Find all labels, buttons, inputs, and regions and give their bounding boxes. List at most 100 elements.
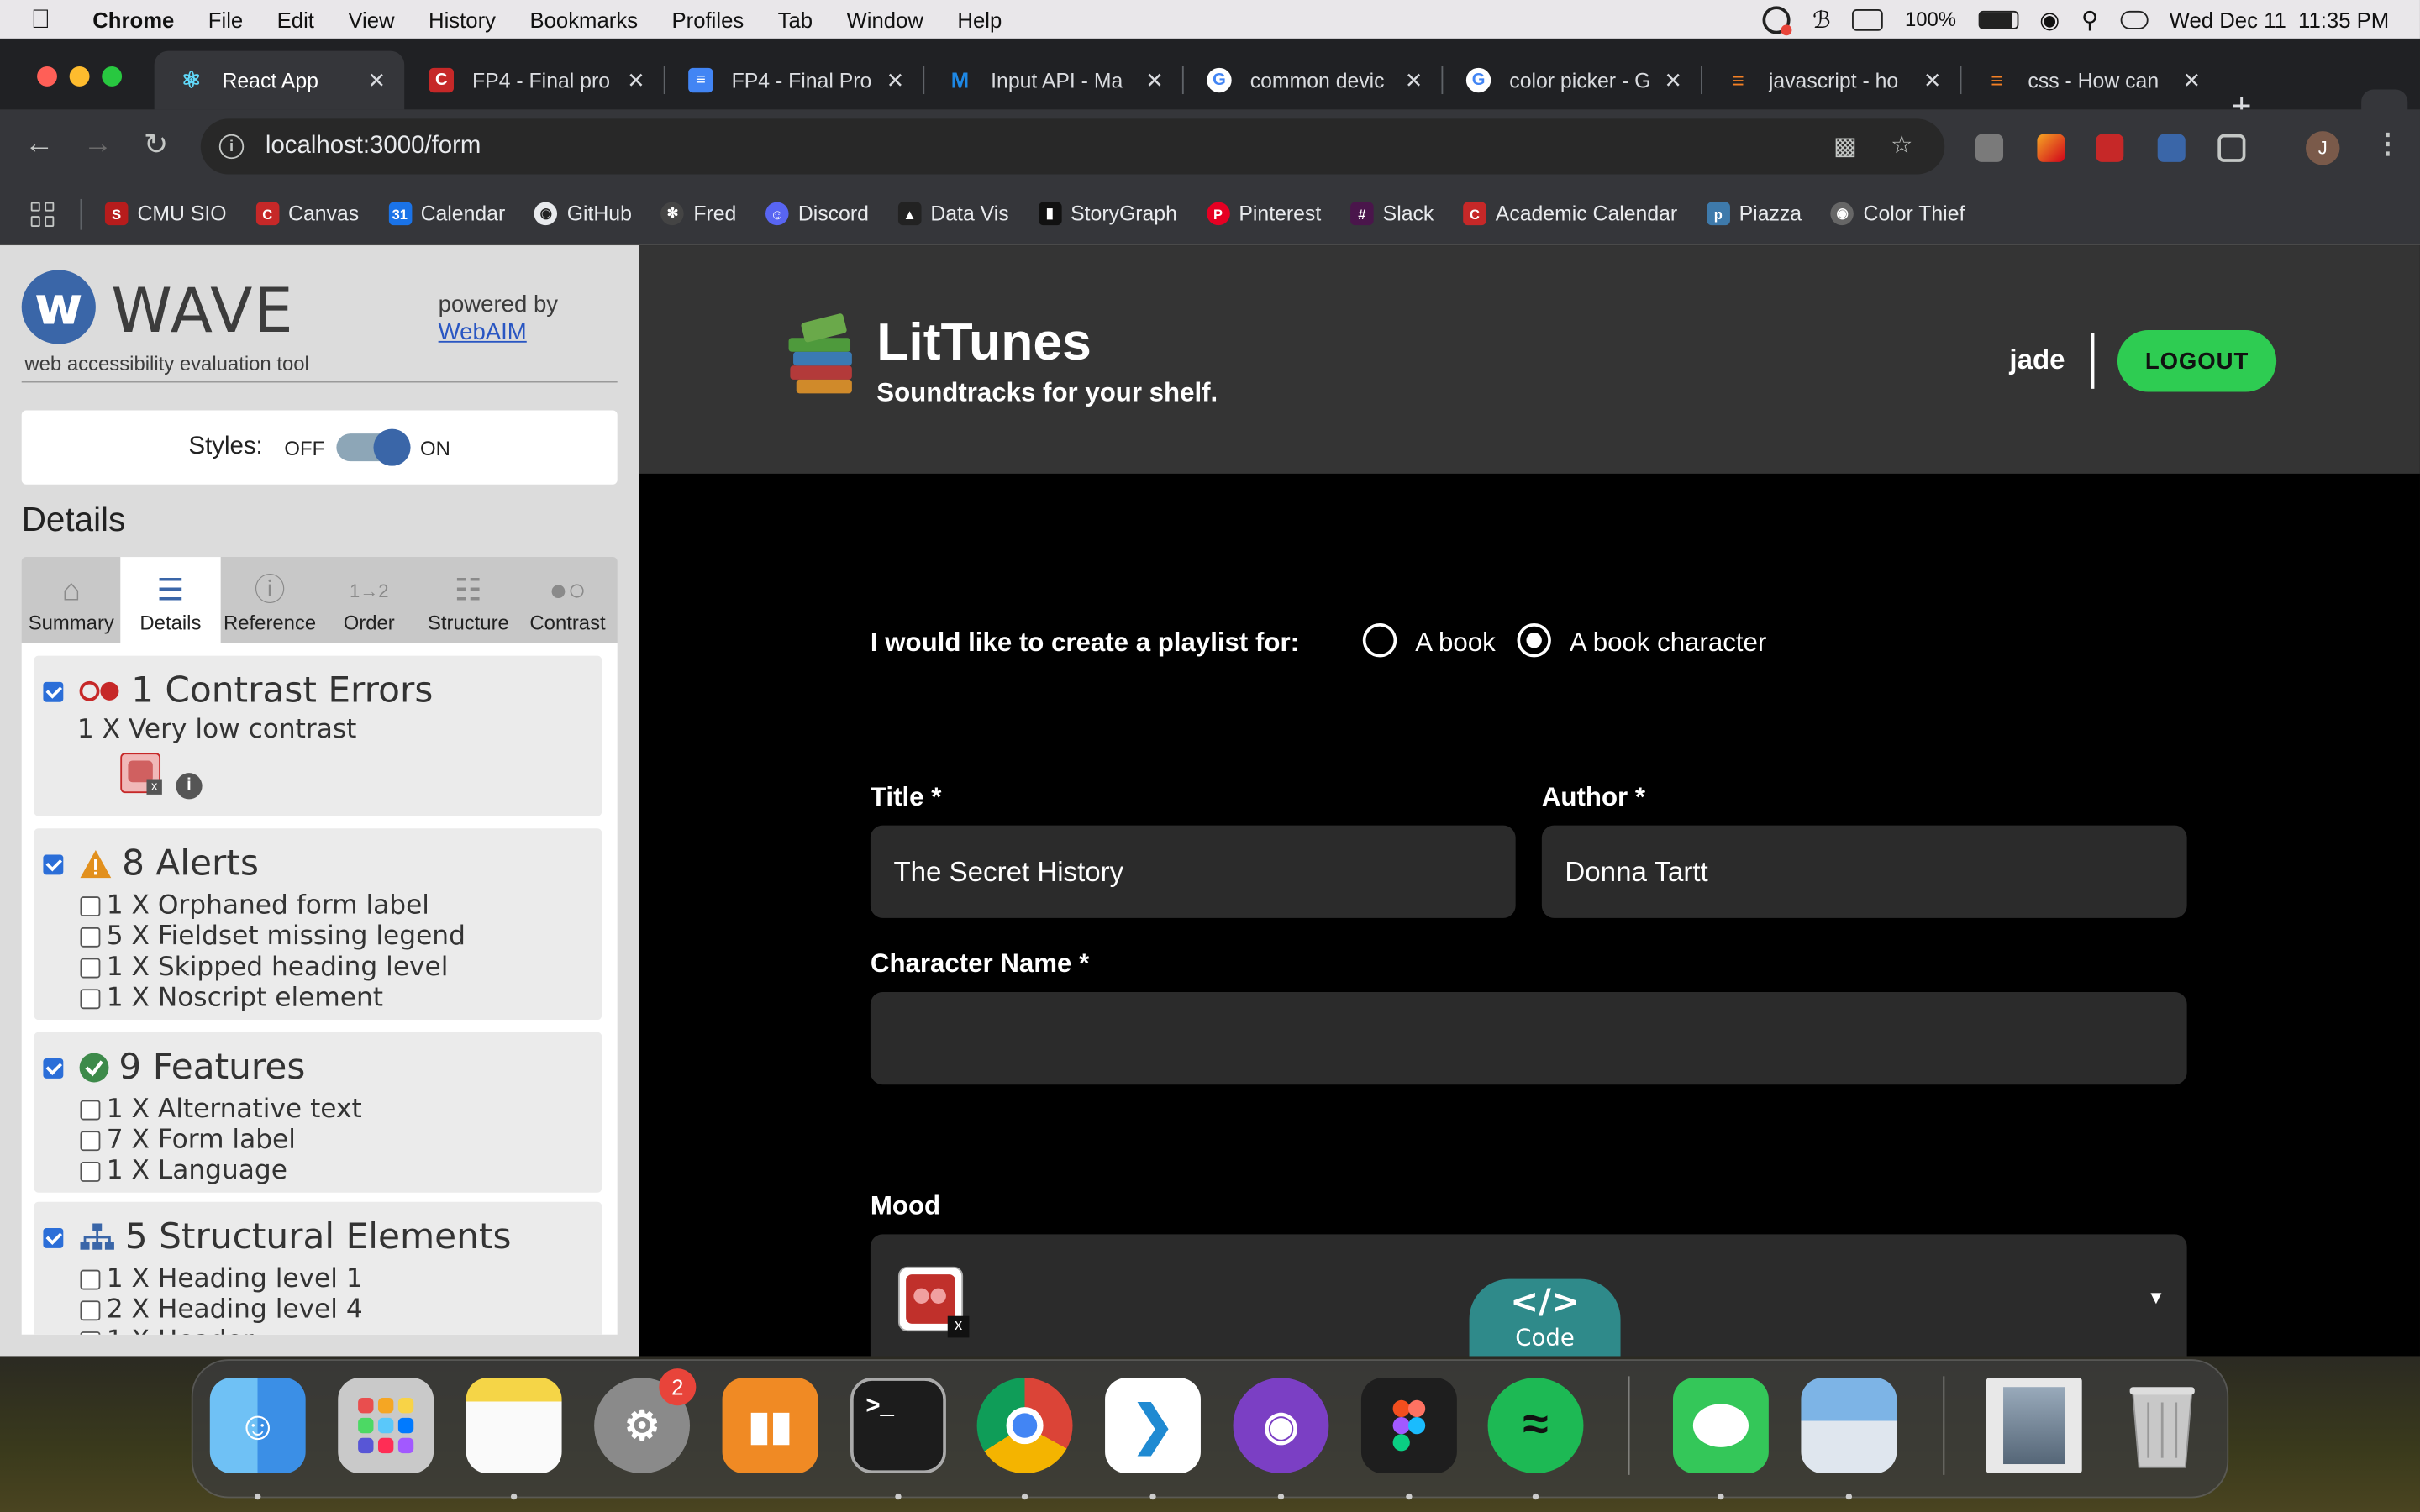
radio-book-character[interactable]	[1517, 623, 1551, 658]
bookmark-cmu-sio[interactable]: S CMU SIO	[104, 202, 227, 226]
wave-tab-summary[interactable]: ⌂ Summary	[22, 557, 121, 643]
preview-icon[interactable]	[1801, 1378, 1897, 1474]
alert-item[interactable]: 1 X Skipped heading level	[80, 952, 449, 983]
author-input[interactable]: Donna Tartt	[1541, 825, 2187, 918]
item-checkbox[interactable]	[80, 1099, 101, 1120]
feature-item[interactable]: 1 X Language	[80, 1156, 287, 1186]
menu-app-name[interactable]: Chrome	[92, 7, 174, 31]
terminal-icon[interactable]: >_	[850, 1378, 946, 1474]
site-info-icon[interactable]: i	[218, 134, 245, 160]
bookmark-piazza[interactable]: p Piazza	[1707, 202, 1802, 226]
item-checkbox[interactable]	[80, 988, 101, 1009]
launchpad-icon[interactable]	[338, 1378, 434, 1474]
apple-icon[interactable]: 	[31, 5, 59, 33]
vscode-icon[interactable]: ❯	[1105, 1378, 1201, 1474]
contrast-errors-checkbox[interactable]	[43, 680, 64, 701]
search-icon[interactable]: ⚲	[2081, 5, 2098, 33]
item-checkbox[interactable]	[80, 1130, 101, 1151]
title-input[interactable]: The Secret History	[870, 825, 1516, 918]
radio-book-character-label[interactable]: A book character	[1570, 628, 1766, 659]
clock[interactable]: Wed Dec 11 11:35 PM	[2170, 7, 2390, 31]
profile-avatar[interactable]: J	[2306, 131, 2340, 165]
close-tab-icon[interactable]: ✕	[1145, 67, 1164, 93]
chrome-menu-icon[interactable]: ⋮	[2374, 128, 2402, 160]
structural-checkbox[interactable]	[43, 1227, 64, 1247]
item-checkbox[interactable]	[80, 1161, 101, 1181]
alert-item[interactable]: 5 X Fieldset missing legend	[80, 921, 466, 952]
wave-contrast-extension-icon[interactable]	[2096, 134, 2124, 162]
dropdown-arrow-icon[interactable]: ▼	[2147, 1287, 2165, 1309]
forward-arrow-icon[interactable]: →	[83, 128, 113, 161]
alerts-checkbox[interactable]	[43, 853, 64, 874]
bluetooth-icon[interactable]: ℬ	[1812, 5, 1831, 33]
github-desktop-icon[interactable]: ◉	[1233, 1378, 1329, 1474]
structure-item[interactable]: 1 X Heading level 1	[80, 1263, 363, 1294]
tab-color-picker[interactable]: G color picker - G ✕	[1441, 51, 1701, 110]
close-tab-icon[interactable]: ✕	[886, 67, 905, 93]
tab-common-devices[interactable]: G common devic ✕	[1182, 51, 1442, 110]
info-icon[interactable]: i	[176, 773, 203, 800]
notes-icon[interactable]	[466, 1378, 562, 1474]
back-arrow-icon[interactable]: ←	[24, 128, 54, 161]
menu-profiles[interactable]: Profiles	[671, 7, 744, 31]
brand-title[interactable]: LitTunes	[876, 313, 1092, 374]
bookmark-data-vis[interactable]: ▲ Data Vis	[897, 202, 1009, 226]
contrast-error-marker-icon[interactable]: x	[897, 1266, 970, 1338]
menu-tab[interactable]: Tab	[778, 7, 813, 31]
bookmark-slack[interactable]: # Slack	[1350, 202, 1434, 226]
messages-icon[interactable]	[1672, 1378, 1769, 1474]
screenshot-extension-icon[interactable]	[1975, 134, 2004, 162]
features-checkbox[interactable]	[43, 1058, 64, 1078]
menu-file[interactable]: File	[208, 7, 243, 31]
close-tab-icon[interactable]: ✕	[1923, 67, 1942, 93]
radio-book[interactable]	[1362, 623, 1397, 658]
wave-tab-order[interactable]: 1→2 Order	[319, 557, 418, 643]
bookmark-storygraph[interactable]: ▮ StoryGraph	[1038, 202, 1177, 226]
photo-stack-icon[interactable]	[1986, 1378, 2082, 1474]
feature-item[interactable]: 7 X Form label	[80, 1125, 296, 1156]
close-tab-icon[interactable]: ✕	[368, 67, 387, 93]
bookmark-github[interactable]: ◉ GitHub	[534, 202, 632, 226]
close-tab-icon[interactable]: ✕	[2183, 67, 2202, 93]
bookmark-calendar[interactable]: 31 Calendar	[388, 202, 505, 226]
tab-javascript-so[interactable]: ≡ javascript - ho ✕	[1701, 51, 1960, 110]
close-tab-icon[interactable]: ✕	[1664, 67, 1682, 93]
tab-input-api[interactable]: M Input API - Ma ✕	[923, 51, 1182, 110]
webaim-link[interactable]: WebAIM	[439, 319, 527, 345]
wave-tab-reference[interactable]: ⓘ Reference	[220, 557, 319, 643]
alert-item[interactable]: 1 X Noscript element	[80, 983, 383, 1014]
books-icon[interactable]: ▮▮	[722, 1378, 818, 1474]
structure-item[interactable]: 2 X Heading level 4	[80, 1294, 363, 1326]
close-window-button[interactable]	[37, 66, 57, 87]
trash-icon[interactable]	[2114, 1378, 2210, 1473]
logout-button[interactable]: LOGOUT	[2117, 330, 2277, 392]
address-bar[interactable]: i localhost:3000/form ▩ ☆	[200, 118, 1945, 175]
bookmark-color-thief[interactable]: ◉ Color Thief	[1830, 202, 1965, 226]
menu-bookmarks[interactable]: Bookmarks	[529, 7, 638, 31]
alert-item[interactable]: 1 X Orphaned form label	[80, 890, 429, 921]
menu-window[interactable]: Window	[847, 7, 923, 31]
menu-help[interactable]: Help	[957, 7, 1002, 31]
item-checkbox[interactable]	[80, 895, 101, 916]
menu-history[interactable]: History	[429, 7, 496, 31]
menu-view[interactable]: View	[348, 7, 394, 31]
battery-icon[interactable]	[1977, 9, 2018, 29]
tab-react-app[interactable]: ⚛ React App ✕	[154, 50, 405, 110]
item-checkbox[interactable]	[80, 926, 101, 947]
close-tab-icon[interactable]: ✕	[627, 67, 645, 93]
bookmark-fred[interactable]: ✻ Fred	[660, 202, 736, 226]
chrome-icon[interactable]	[976, 1378, 1073, 1474]
bookmark-discord[interactable]: ☺ Discord	[765, 202, 869, 226]
bookmark-canvas[interactable]: C Canvas	[255, 202, 359, 226]
tab-css-so[interactable]: ≡ css - How can ✕	[1960, 51, 2220, 110]
creative-cloud-icon[interactable]	[1763, 5, 1793, 35]
feature-item[interactable]: 1 X Alternative text	[80, 1094, 362, 1125]
wave-tab-structure[interactable]: ☷ Structure	[418, 557, 518, 643]
figma-icon[interactable]	[1360, 1378, 1457, 1474]
finder-icon[interactable]: ☺	[209, 1378, 306, 1474]
reload-icon[interactable]: ↻	[144, 128, 168, 163]
bookmark-pinterest[interactable]: P Pinterest	[1206, 202, 1321, 226]
bookmark-star-icon[interactable]: ☆	[1891, 129, 1912, 160]
apps-grid-icon[interactable]	[30, 201, 55, 227]
character-name-input[interactable]	[870, 991, 2187, 1085]
